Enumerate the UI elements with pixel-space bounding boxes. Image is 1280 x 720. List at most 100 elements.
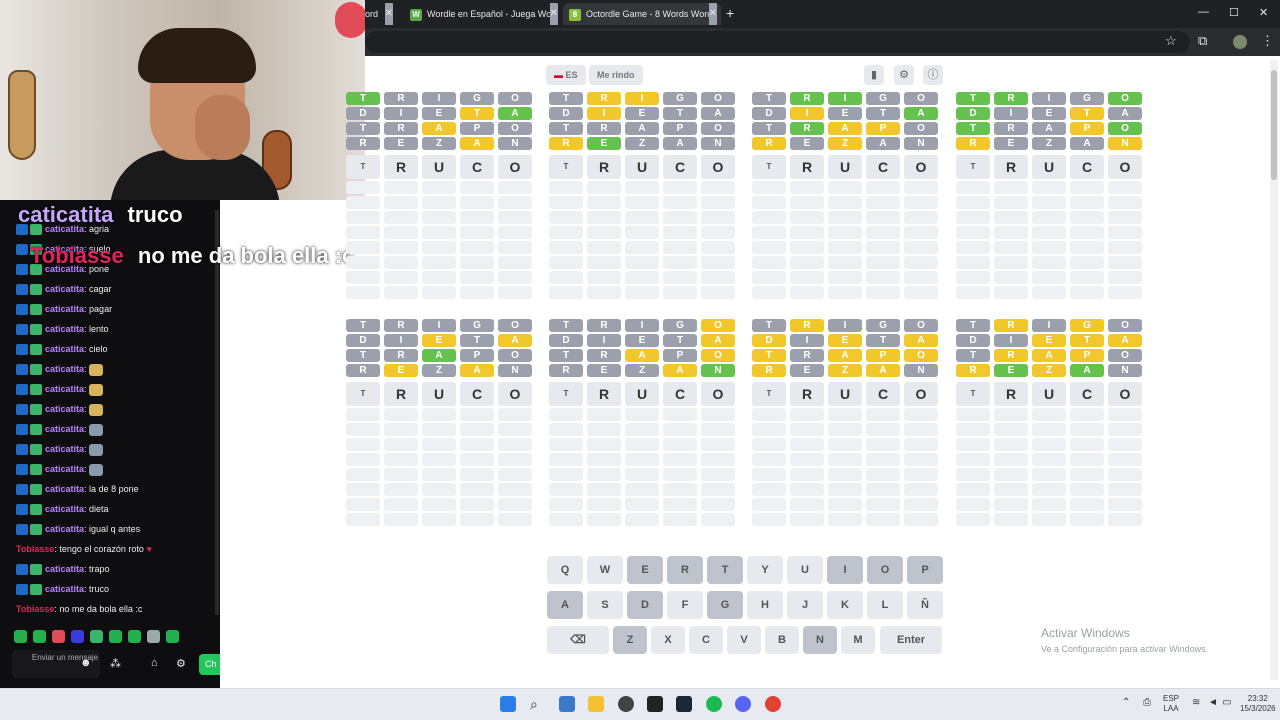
key-m[interactable]: M: [841, 626, 875, 654]
key-k[interactable]: K: [827, 591, 863, 619]
spotify-icon[interactable]: [706, 696, 722, 712]
stats-icon[interactable]: ▮: [864, 65, 884, 85]
chat-username[interactable]: caticatita: [45, 364, 84, 374]
maximize-button[interactable]: ☐: [1229, 6, 1239, 19]
extensions-icon[interactable]: ⧉: [1198, 33, 1207, 49]
chat-username[interactable]: caticatita: [45, 484, 84, 494]
file-explorer-icon[interactable]: [588, 696, 604, 712]
page-scrollbar[interactable]: [1270, 60, 1278, 680]
key-w[interactable]: W: [587, 556, 623, 584]
emote-icon[interactable]: [147, 630, 160, 643]
chat-username[interactable]: caticatita: [45, 564, 84, 574]
tray-chevron-icon[interactable]: ⌃: [1122, 698, 1130, 708]
key-d[interactable]: D: [627, 591, 663, 619]
bookmark-star-icon[interactable]: ☆: [1165, 33, 1177, 49]
chat-username[interactable]: caticatita: [45, 324, 84, 334]
steam-icon[interactable]: [676, 696, 692, 712]
key-y[interactable]: Y: [747, 556, 783, 584]
chat-username[interactable]: caticatita: [45, 584, 84, 594]
settings-icon[interactable]: ⚙: [894, 65, 914, 85]
enter-key[interactable]: Enter: [880, 626, 942, 654]
emote-icon[interactable]: [71, 630, 84, 643]
emoji-icon[interactable]: ☻: [80, 657, 92, 669]
key-s[interactable]: S: [587, 591, 623, 619]
chat-username[interactable]: caticatita: [45, 344, 84, 354]
clock[interactable]: 23:32 15/3/2026: [1240, 694, 1276, 714]
key-r[interactable]: R: [667, 556, 703, 584]
new-tab-button[interactable]: +: [726, 5, 734, 21]
chat-username[interactable]: caticatita: [45, 464, 84, 474]
close-tab-icon[interactable]: ✕: [708, 3, 717, 25]
emote-icon[interactable]: [166, 630, 179, 643]
chat-username[interactable]: Tobiasse: [16, 604, 54, 614]
key-ñ[interactable]: Ñ: [907, 591, 943, 619]
emote-icon[interactable]: [109, 630, 122, 643]
minimize-button[interactable]: —: [1198, 6, 1209, 18]
key-o[interactable]: O: [867, 556, 903, 584]
wifi-icon[interactable]: ≋: [1192, 698, 1200, 708]
key-z[interactable]: Z: [613, 626, 647, 654]
close-tab-icon[interactable]: ✕: [549, 3, 558, 25]
chat-username[interactable]: Tobiasse: [16, 544, 54, 554]
key-b[interactable]: B: [765, 626, 799, 654]
emote-icon[interactable]: [33, 630, 46, 643]
epic-games-icon[interactable]: [647, 696, 663, 712]
key-q[interactable]: Q: [547, 556, 583, 584]
chat-username[interactable]: caticatita: [45, 404, 84, 414]
emote-icon[interactable]: [52, 630, 65, 643]
key-j[interactable]: J: [787, 591, 823, 619]
key-x[interactable]: X: [651, 626, 685, 654]
language-indicator[interactable]: ESP LAA: [1163, 694, 1179, 714]
emote-icon[interactable]: [90, 630, 103, 643]
volume-icon[interactable]: ◄: [1208, 698, 1218, 708]
key-c[interactable]: C: [689, 626, 723, 654]
give-up-button[interactable]: Me rindo: [589, 65, 643, 85]
key-v[interactable]: V: [727, 626, 761, 654]
omnibox[interactable]: [365, 31, 1190, 53]
info-icon[interactable]: ⓘ: [923, 65, 943, 85]
store-icon[interactable]: ⌂: [151, 657, 158, 669]
profile-avatar[interactable]: [1233, 35, 1247, 49]
key-t[interactable]: T: [707, 556, 743, 584]
backspace-key[interactable]: ⌫: [547, 626, 609, 654]
key-e[interactable]: E: [627, 556, 663, 584]
mic-tray-icon[interactable]: ⎙: [1143, 698, 1151, 708]
key-h[interactable]: H: [747, 591, 783, 619]
chat-username[interactable]: caticatita: [45, 504, 84, 514]
tab-partial[interactable]: ord ✕: [365, 3, 397, 25]
battery-icon[interactable]: ▭: [1222, 698, 1231, 708]
key-p[interactable]: P: [907, 556, 943, 584]
start-icon[interactable]: [500, 696, 516, 712]
chrome-icon[interactable]: [765, 696, 781, 712]
chat-username[interactable]: caticatita: [45, 444, 84, 454]
chat-username[interactable]: caticatita: [45, 384, 84, 394]
emote-icon[interactable]: [14, 630, 27, 643]
search-icon[interactable]: ⌕: [530, 696, 546, 712]
chat-settings-icon[interactable]: ⚙: [176, 657, 186, 670]
key-f[interactable]: F: [667, 591, 703, 619]
key-a[interactable]: A: [547, 591, 583, 619]
close-window-button[interactable]: ✕: [1259, 6, 1268, 19]
key-i[interactable]: I: [827, 556, 863, 584]
key-g[interactable]: G: [707, 591, 743, 619]
discord-icon[interactable]: [735, 696, 751, 712]
language-selector[interactable]: ▬ ES: [546, 65, 586, 85]
key-n[interactable]: N: [803, 626, 837, 654]
page-scroll-thumb[interactable]: [1271, 70, 1277, 180]
chat-send-button[interactable]: Ch: [199, 654, 220, 675]
chat-username[interactable]: caticatita: [45, 304, 84, 314]
points-icon[interactable]: ⁂: [110, 657, 121, 670]
tab-wordle-es[interactable]: W Wordle en Español - Juega Wor ✕: [404, 3, 562, 25]
tab-octordle[interactable]: 8 Octordle Game - 8 Words Word ✕: [563, 3, 721, 25]
emote-row[interactable]: [14, 630, 185, 644]
chat-username[interactable]: caticatita: [45, 424, 84, 434]
emote-icon[interactable]: [128, 630, 141, 643]
chat-scrollbar[interactable]: [215, 210, 219, 615]
chat-username[interactable]: caticatita: [45, 284, 84, 294]
key-l[interactable]: L: [867, 591, 903, 619]
browser-menu-icon[interactable]: ⋮: [1261, 33, 1274, 49]
store-app-icon[interactable]: [559, 696, 575, 712]
key-u[interactable]: U: [787, 556, 823, 584]
app-icon[interactable]: [618, 696, 634, 712]
close-tab-icon[interactable]: ✕: [384, 3, 393, 25]
